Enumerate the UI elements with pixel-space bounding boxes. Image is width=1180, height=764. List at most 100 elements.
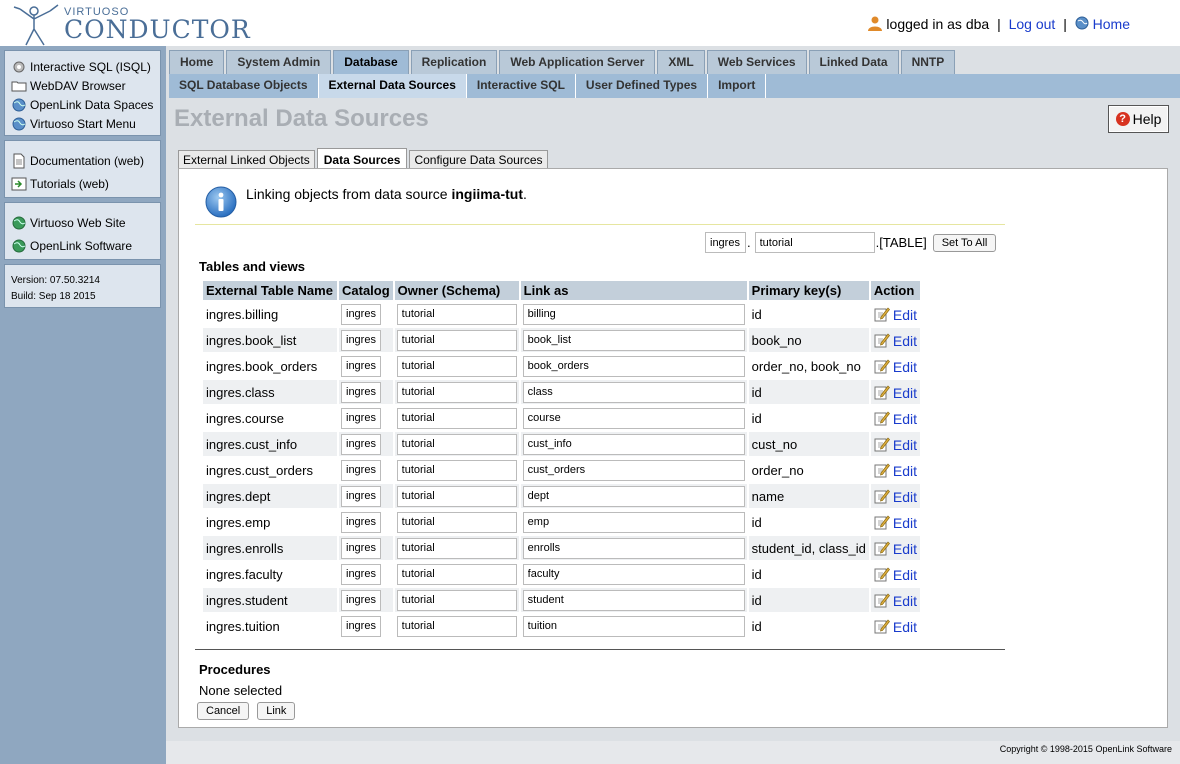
catalog-input[interactable] bbox=[341, 615, 381, 637]
owner-input[interactable] bbox=[396, 355, 517, 377]
sidebar-item-ods[interactable]: OpenLink Data Spaces bbox=[5, 95, 160, 114]
catalog-input[interactable] bbox=[341, 511, 381, 533]
virtuoso-logo[interactable]: VIRTUOSO CONDUCTOR bbox=[6, 3, 250, 46]
edit-link[interactable]: Edit bbox=[893, 619, 917, 635]
edit-icon[interactable] bbox=[874, 540, 890, 556]
sidebar-item-virtuoso-site[interactable]: Virtuoso Web Site bbox=[5, 211, 160, 234]
logout-link[interactable]: Log out bbox=[1009, 16, 1056, 32]
subtab-configure-data-sources[interactable]: Configure Data Sources bbox=[409, 150, 548, 170]
link-as-input[interactable] bbox=[522, 563, 745, 585]
edit-link[interactable]: Edit bbox=[893, 567, 917, 583]
tab-xml[interactable]: XML bbox=[657, 50, 705, 74]
tab-user-defined-types[interactable]: User Defined Types bbox=[576, 74, 709, 98]
tab-database[interactable]: Database bbox=[333, 50, 409, 74]
tab-system-admin[interactable]: System Admin bbox=[226, 50, 332, 74]
edit-link[interactable]: Edit bbox=[893, 307, 917, 323]
help-button[interactable]: ? Help bbox=[1108, 105, 1169, 133]
owner-input[interactable] bbox=[396, 381, 517, 403]
sidebar-item-start-menu[interactable]: Virtuoso Start Menu bbox=[5, 114, 160, 133]
tab-sql-database-objects[interactable]: SQL Database Objects bbox=[169, 74, 319, 98]
sidebar-item-webdav[interactable]: WebDAV Browser bbox=[5, 76, 160, 95]
link-as-input[interactable] bbox=[522, 407, 745, 429]
owner-input[interactable] bbox=[396, 589, 517, 611]
owner-input[interactable] bbox=[396, 407, 517, 429]
edit-icon[interactable] bbox=[874, 332, 890, 348]
link-as-input[interactable] bbox=[522, 511, 745, 533]
link-as-input[interactable] bbox=[522, 329, 745, 351]
catalog-input[interactable] bbox=[341, 381, 381, 403]
link-as-input[interactable] bbox=[522, 355, 745, 377]
edit-icon[interactable] bbox=[874, 592, 890, 608]
subtab-external-linked-objects[interactable]: External Linked Objects bbox=[178, 150, 315, 170]
edit-link[interactable]: Edit bbox=[893, 359, 917, 375]
set-to-all-button[interactable]: Set To All bbox=[932, 233, 997, 252]
edit-link[interactable]: Edit bbox=[893, 411, 917, 427]
catalog-input[interactable] bbox=[341, 433, 381, 455]
edit-link[interactable]: Edit bbox=[893, 489, 917, 505]
tab-linked-data[interactable]: Linked Data bbox=[808, 50, 899, 74]
edit-link[interactable]: Edit bbox=[893, 515, 917, 531]
edit-link[interactable]: Edit bbox=[893, 385, 917, 401]
edit-icon[interactable] bbox=[874, 306, 890, 322]
edit-icon[interactable] bbox=[874, 462, 890, 478]
edit-link[interactable]: Edit bbox=[893, 541, 917, 557]
edit-icon[interactable] bbox=[874, 488, 890, 504]
edit-icon[interactable] bbox=[874, 566, 890, 582]
tab-web-services[interactable]: Web Services bbox=[706, 50, 807, 74]
owner-input[interactable] bbox=[396, 329, 517, 351]
owner-input[interactable] bbox=[396, 433, 517, 455]
home-link[interactable]: Home bbox=[1093, 16, 1130, 32]
edit-link[interactable]: Edit bbox=[893, 463, 917, 479]
edit-icon[interactable] bbox=[874, 514, 890, 530]
table-row: ingres.faculty id Edit bbox=[203, 562, 920, 586]
link-as-input[interactable] bbox=[522, 459, 745, 481]
sidebar-item-openlink[interactable]: OpenLink Software bbox=[5, 234, 160, 257]
catalog-input[interactable] bbox=[341, 407, 381, 429]
sidebar-item-isql[interactable]: Interactive SQL (ISQL) bbox=[5, 57, 160, 76]
cancel-button[interactable]: Cancel bbox=[197, 702, 250, 720]
link-button[interactable]: Link bbox=[257, 702, 296, 720]
link-as-input[interactable] bbox=[522, 433, 745, 455]
owner-input[interactable] bbox=[396, 563, 517, 585]
owner-input[interactable] bbox=[396, 537, 517, 559]
tab-replication[interactable]: Replication bbox=[410, 50, 498, 74]
edit-icon[interactable] bbox=[874, 410, 890, 426]
edit-icon[interactable] bbox=[874, 384, 890, 400]
owner-input[interactable] bbox=[396, 511, 517, 533]
sidebar-item-documentation[interactable]: Documentation (web) bbox=[5, 149, 160, 172]
owner-input[interactable] bbox=[396, 303, 517, 325]
catalog-input[interactable] bbox=[341, 537, 381, 559]
edit-link[interactable]: Edit bbox=[893, 333, 917, 349]
link-as-input[interactable] bbox=[522, 485, 745, 507]
edit-link[interactable]: Edit bbox=[893, 593, 917, 609]
owner-input[interactable] bbox=[396, 459, 517, 481]
tab-import[interactable]: Import bbox=[708, 74, 767, 98]
owner-input[interactable] bbox=[396, 615, 517, 637]
catalog-input[interactable] bbox=[341, 329, 381, 351]
edit-icon[interactable] bbox=[874, 358, 890, 374]
catalog-input[interactable] bbox=[341, 485, 381, 507]
tab-interactive-sql[interactable]: Interactive SQL bbox=[467, 74, 576, 98]
tab-nntp[interactable]: NNTP bbox=[900, 50, 956, 74]
edit-icon[interactable] bbox=[874, 618, 890, 634]
catalog-input[interactable] bbox=[341, 563, 381, 585]
edit-link[interactable]: Edit bbox=[893, 437, 917, 453]
tab-home[interactable]: Home bbox=[169, 50, 225, 74]
link-as-input[interactable] bbox=[522, 303, 745, 325]
subtab-data-sources[interactable]: Data Sources bbox=[316, 148, 408, 170]
link-as-input[interactable] bbox=[522, 537, 745, 559]
tab-external-data-sources[interactable]: External Data Sources bbox=[318, 74, 467, 98]
link-as-input[interactable] bbox=[522, 381, 745, 403]
catalog-input[interactable] bbox=[341, 355, 381, 377]
set-owner-input[interactable] bbox=[754, 232, 875, 253]
set-catalog-input[interactable] bbox=[705, 232, 746, 253]
link-as-input[interactable] bbox=[522, 589, 745, 611]
catalog-input[interactable] bbox=[341, 303, 381, 325]
link-as-input[interactable] bbox=[522, 615, 745, 637]
catalog-input[interactable] bbox=[341, 459, 381, 481]
owner-input[interactable] bbox=[396, 485, 517, 507]
catalog-input[interactable] bbox=[341, 589, 381, 611]
tab-web-application-server[interactable]: Web Application Server bbox=[499, 50, 656, 74]
edit-icon[interactable] bbox=[874, 436, 890, 452]
sidebar-item-tutorials[interactable]: Tutorials (web) bbox=[5, 172, 160, 195]
